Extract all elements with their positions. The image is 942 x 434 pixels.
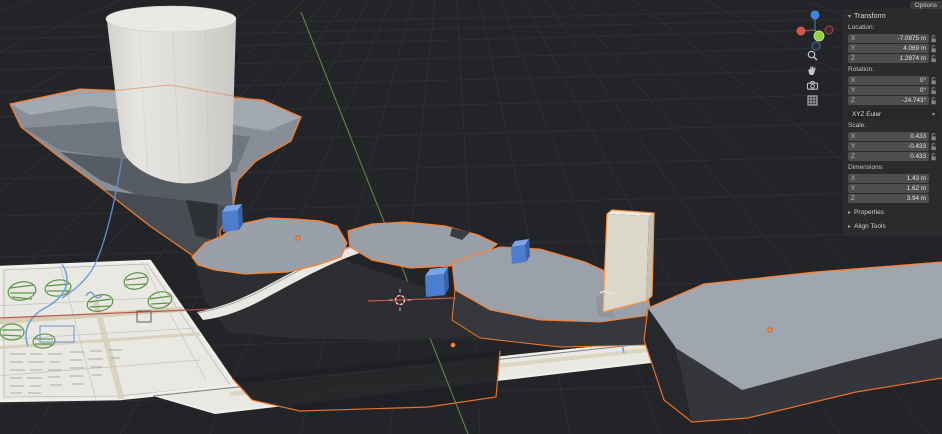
panel-title: Transform (854, 13, 886, 20)
platform-mesh-right-slab[interactable] (644, 262, 942, 422)
blue-cube-1[interactable] (222, 204, 243, 232)
blue-cube-2[interactable] (425, 267, 449, 297)
unlock-icon[interactable] (929, 87, 939, 95)
axis-label: Y (851, 185, 858, 192)
axis-label: Z (851, 97, 858, 104)
field-value: 0° (920, 77, 926, 84)
blue-cube-3[interactable] (511, 239, 530, 264)
unlock-icon[interactable] (929, 45, 939, 53)
gizmo-axis-x-negative[interactable] (825, 26, 833, 34)
gizmo-axis-y-positive[interactable] (814, 31, 824, 41)
field-value: -7.0875 m (898, 35, 926, 42)
field-value: 0° (920, 87, 926, 94)
scale-label: Scale: (848, 122, 939, 130)
unlock-icon[interactable] (929, 143, 939, 151)
dimensions-x-field[interactable]: X 1.43 m (848, 174, 939, 183)
unlock-icon[interactable] (929, 77, 939, 85)
transform-panel-header[interactable]: ▾ Transform (848, 12, 939, 21)
gizmo-axis-z-positive[interactable] (811, 11, 820, 20)
align-tools-section-label: Align Tools (854, 223, 886, 230)
axis-label: Z (851, 153, 858, 160)
unlock-icon[interactable] (929, 97, 939, 105)
scale-z-field[interactable]: Z 0.433 (848, 152, 939, 161)
unlock-icon[interactable] (929, 133, 939, 141)
selected-base-plinth[interactable] (232, 351, 500, 411)
field-value: 1.2874 m (900, 55, 926, 62)
orthographic-grid-icon[interactable] (806, 94, 819, 107)
axis-label: X (851, 77, 858, 84)
align-tools-section-header[interactable]: ▸ Align Tools (848, 222, 939, 231)
dimensions-y-field[interactable]: Y 1.62 m (848, 184, 939, 193)
rotation-x-field[interactable]: X 0° (848, 76, 939, 85)
dimensions-label: Dimensions: (848, 164, 939, 172)
unlock-icon[interactable] (929, 35, 939, 43)
gizmo-axis-x-positive[interactable] (797, 27, 806, 36)
rotation-z-field[interactable]: Z -24.743° (848, 96, 939, 105)
blender-3d-viewport: Options ▾ Transform Location: X-7.0875 m… (0, 0, 942, 434)
rotation-label: Rotation: (848, 66, 939, 74)
unlock-icon[interactable] (929, 55, 939, 63)
location-y-field[interactable]: Y 4.069 m (848, 44, 939, 53)
scale-y-field[interactable]: Y -0.433 (848, 142, 939, 151)
field-value: 4.069 m (903, 45, 926, 52)
dimensions-z-field[interactable]: Z 3.94 m (848, 194, 939, 203)
location-z-field[interactable]: Z 1.2874 m (848, 54, 939, 63)
camera-icon[interactable] (806, 79, 819, 92)
field-value: 0.433 (910, 133, 926, 140)
properties-section-header[interactable]: ▸ Properties (848, 208, 939, 217)
location-label: Location: (848, 24, 939, 32)
zoom-icon[interactable] (806, 49, 819, 62)
properties-section-label: Properties (854, 209, 884, 216)
rotation-mode-value: XYZ Euler (852, 111, 881, 118)
chevron-right-icon: ▸ (848, 210, 851, 216)
field-value: -24.743° (902, 97, 926, 104)
axis-label: X (851, 133, 858, 140)
field-value: 0.433 (910, 153, 926, 160)
chevron-right-icon: ▸ (848, 224, 851, 230)
viewport-scene (0, 0, 942, 434)
axis-label: Z (851, 195, 858, 202)
unlock-icon[interactable] (929, 153, 939, 161)
dropdown-arrow-icon: ▾ (932, 111, 935, 118)
field-value: 3.94 m (907, 195, 926, 202)
rotation-y-field[interactable]: Y 0° (848, 86, 939, 95)
field-value: 1.62 m (907, 185, 926, 192)
navigation-gizmo[interactable] (794, 8, 838, 54)
viewport-controls (806, 49, 819, 107)
scale-x-field[interactable]: X 0.433 (848, 132, 939, 141)
field-value: 1.43 m (907, 175, 926, 182)
axis-label: X (851, 175, 858, 182)
chevron-down-icon: ▾ (848, 14, 851, 20)
axis-label: Y (851, 143, 858, 150)
transform-panel: ▾ Transform Location: X -7.0875 m Y 4.069 … (843, 9, 942, 236)
axis-label: X (851, 35, 858, 42)
rotation-mode-dropdown[interactable]: XYZ Euler ▾ (848, 109, 939, 119)
axis-label: Y (851, 87, 858, 94)
field-value: -0.433 (908, 143, 926, 150)
axis-label: Z (851, 55, 858, 62)
axis-label: Y (851, 45, 858, 52)
location-x-field[interactable]: X -7.0875 m (848, 34, 939, 43)
move-hand-icon[interactable] (806, 64, 819, 77)
